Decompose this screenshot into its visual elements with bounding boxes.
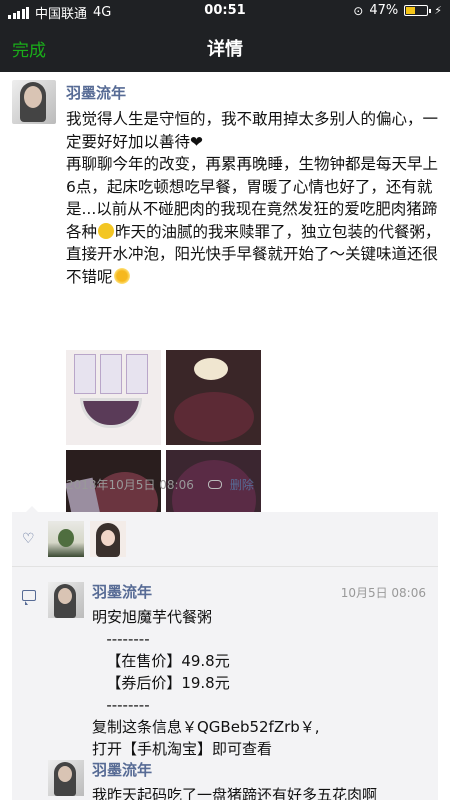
battery-fill [406,7,416,14]
post-paragraph-2: 再聊聊今年的改变，再累再晚睡，生物钟都是每天早上6点，起床吃顿想吃早餐，胃暖了心… [66,155,441,286]
crying-emoji-icon [98,222,115,239]
comment-bubble-icon [22,590,36,605]
heart-outline-icon: ♡ [22,531,35,547]
page-title: 详情 [207,39,243,60]
photo-breakfast-table[interactable] [166,350,261,445]
sun-emoji-icon [113,267,130,284]
link-icon[interactable] [207,480,222,489]
commenter-avatar[interactable] [48,760,84,796]
battery-percent: 47% [369,3,399,18]
post-text: 我觉得人生是守恒的，我不敢用掉太多别人的偏心，一定要好好加以善待❤ 再聊聊今年的… [66,108,441,288]
post-timestamp: 2018年10月5日 08:06 [66,478,194,492]
delete-button[interactable]: 删除 [230,476,254,493]
post-meta: 2018年10月5日 08:06 删除 [66,476,254,493]
commenter-avatar[interactable] [48,582,84,618]
likes-row: ♡ [12,512,438,566]
orientation-lock-icon: ⊙ [353,3,364,18]
commenter-name[interactable]: 羽墨流年 [92,581,152,602]
status-right: ⊙ 47% ⚡ [353,3,442,18]
status-bar: 中国联通 4G 00:51 ⊙ 47% ⚡ [0,0,450,22]
nav-bar: 完成 详情 [0,22,450,72]
comment-text: 我昨天起码吃了一盘猪蹄还有好多五花肉啊 [92,786,378,800]
photo-product-packs[interactable] [66,350,161,445]
battery-icon [404,5,432,16]
author-name[interactable]: 羽墨流年 [66,82,126,103]
post-paragraph-1: 我觉得人生是守恒的，我不敢用掉太多别人的偏心，一定要好好加以善待❤ [66,110,439,151]
commenter-name[interactable]: 羽墨流年 [92,759,152,780]
like-avatar[interactable] [90,521,126,557]
charging-icon: ⚡ [434,4,442,17]
divider [12,566,438,567]
comment-time: 10月5日 08:06 [340,586,426,600]
like-avatar[interactable] [48,521,84,557]
comment-text: 明安旭魔芋代餐粥 -------- 【在售价】49.8元 【券后价】19.8元 … [92,608,320,758]
heart-emoji: ❤ [190,132,204,151]
interaction-panel: ♡ 羽墨流年 10月5日 08:06 明安旭魔芋代餐粥 -------- 【在售… [12,506,438,800]
author-avatar[interactable] [12,80,56,124]
